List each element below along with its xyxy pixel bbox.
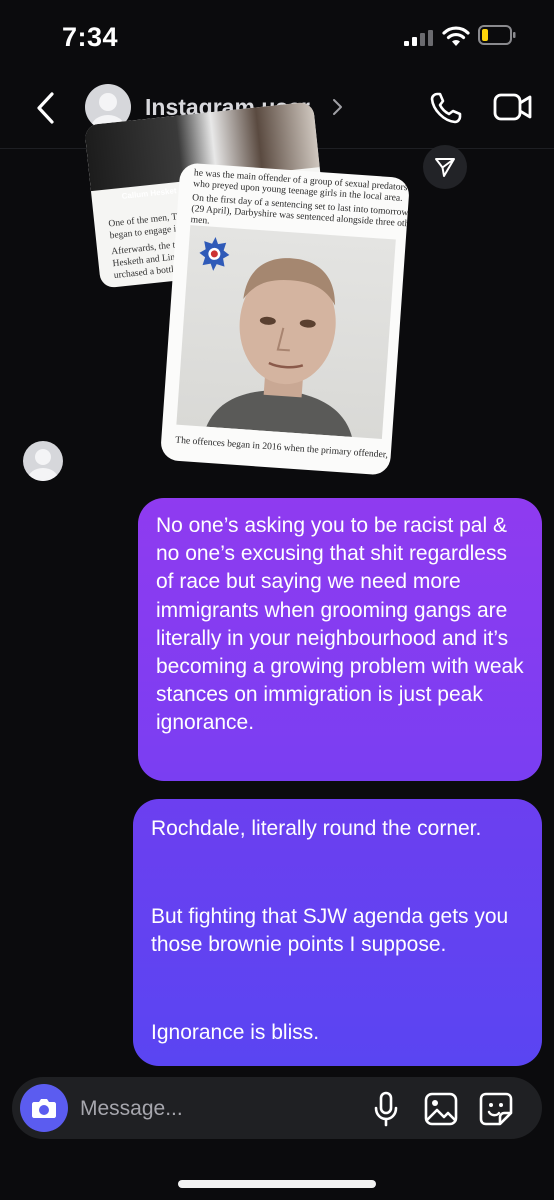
signal-icon [404, 30, 433, 46]
sticker-icon[interactable] [478, 1091, 514, 1127]
shared-post-front-card[interactable]: he was the main offender of a group of s… [159, 162, 411, 476]
post-text-line: The offences began in 2016 when the prim… [174, 434, 389, 461]
home-indicator[interactable] [178, 1180, 376, 1188]
message-bubble-outgoing[interactable]: No one’s asking you to be racist pal & n… [138, 498, 542, 781]
battery-icon [478, 25, 516, 45]
message-text: No one’s asking you to be racist pal & n… [156, 514, 524, 735]
wifi-icon [442, 26, 470, 46]
message-paragraph: Ignorance is bliss. [151, 1021, 320, 1044]
message-input[interactable] [80, 1096, 330, 1122]
camera-icon [32, 1099, 56, 1118]
gallery-icon[interactable] [424, 1092, 458, 1126]
mugshot-photo [176, 225, 396, 440]
default-avatar-icon [28, 449, 58, 481]
message-composer [12, 1077, 542, 1139]
message-paragraph: Rochdale, literally round the corner. [151, 817, 482, 840]
message-paragraph: But fighting that SJW agenda gets you th… [151, 905, 509, 957]
status-time: 7:34 [62, 22, 119, 52]
photo-caption: Callum Hesket [121, 186, 177, 201]
share-button[interactable] [423, 145, 467, 189]
camera-button[interactable] [20, 1084, 68, 1132]
chevron-right-icon[interactable] [331, 96, 345, 118]
video-camera-icon[interactable] [493, 92, 533, 122]
message-bubble-outgoing[interactable]: Rochdale, literally round the corner. Bu… [133, 799, 542, 1066]
microphone-icon[interactable] [372, 1091, 400, 1127]
person-face [206, 258, 352, 437]
send-arrow-icon [435, 158, 455, 177]
sender-avatar[interactable] [23, 441, 63, 481]
back-chevron-icon[interactable] [30, 88, 62, 128]
status-bar: 7:34 [0, 0, 554, 70]
phone-icon[interactable] [428, 90, 464, 126]
